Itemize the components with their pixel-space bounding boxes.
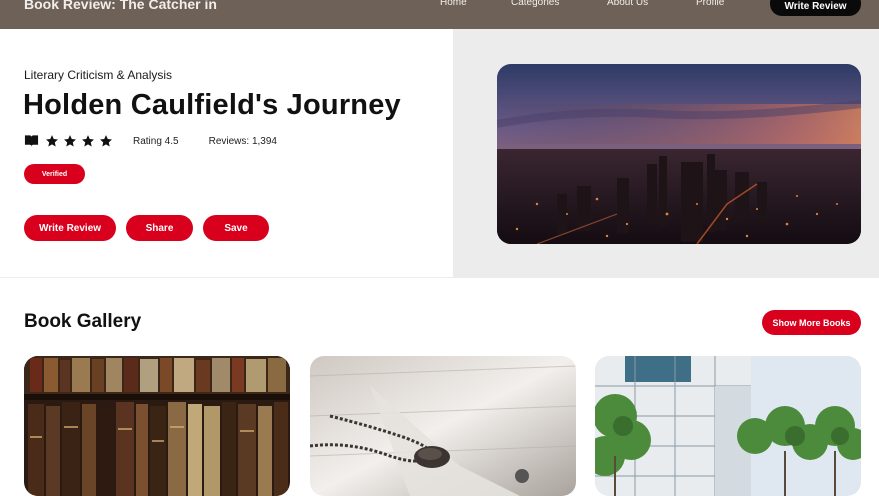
- star-icon: [82, 135, 94, 147]
- nav-link-profile[interactable]: Profile: [696, 0, 724, 8]
- gallery-card-books[interactable]: [24, 356, 290, 496]
- rating-label: Rating 4.5: [133, 135, 179, 147]
- city-skyline-image: [497, 64, 861, 244]
- save-button[interactable]: Save: [203, 215, 269, 241]
- write-review-button[interactable]: Write Review: [24, 215, 116, 241]
- book-icon: [24, 135, 39, 147]
- nav-link-about-us[interactable]: About Us: [607, 0, 648, 8]
- star-icon: [46, 135, 58, 147]
- show-more-books-button[interactable]: Show More Books: [762, 310, 861, 335]
- reviews-count: Reviews: 1,394: [208, 135, 277, 147]
- rating-row: Rating 4.5 Reviews: 1,394: [24, 134, 277, 148]
- star-icon: [100, 135, 112, 147]
- share-button[interactable]: Share: [126, 215, 193, 241]
- top-nav: Book Review: The Catcher in Home Categor…: [0, 0, 879, 29]
- hero-title: Holden Caulfield's Journey: [23, 89, 401, 121]
- site-brand[interactable]: Book Review: The Catcher in: [24, 0, 217, 12]
- nav-link-categories[interactable]: Categories: [511, 0, 559, 8]
- gallery-card-building[interactable]: [595, 356, 861, 496]
- section-divider: [0, 277, 879, 278]
- hero-section: Literary Criticism & Analysis Holden Cau…: [0, 29, 879, 277]
- star-rating: [24, 134, 113, 148]
- gallery-card-necklace[interactable]: [310, 356, 576, 496]
- nav-write-review-button[interactable]: Write Review: [770, 0, 861, 16]
- star-icon: [64, 135, 76, 147]
- nav-link-home[interactable]: Home: [440, 0, 467, 8]
- verified-badge: Verified: [24, 164, 85, 184]
- gallery-title: Book Gallery: [24, 311, 142, 332]
- hero-eyebrow: Literary Criticism & Analysis: [24, 68, 173, 82]
